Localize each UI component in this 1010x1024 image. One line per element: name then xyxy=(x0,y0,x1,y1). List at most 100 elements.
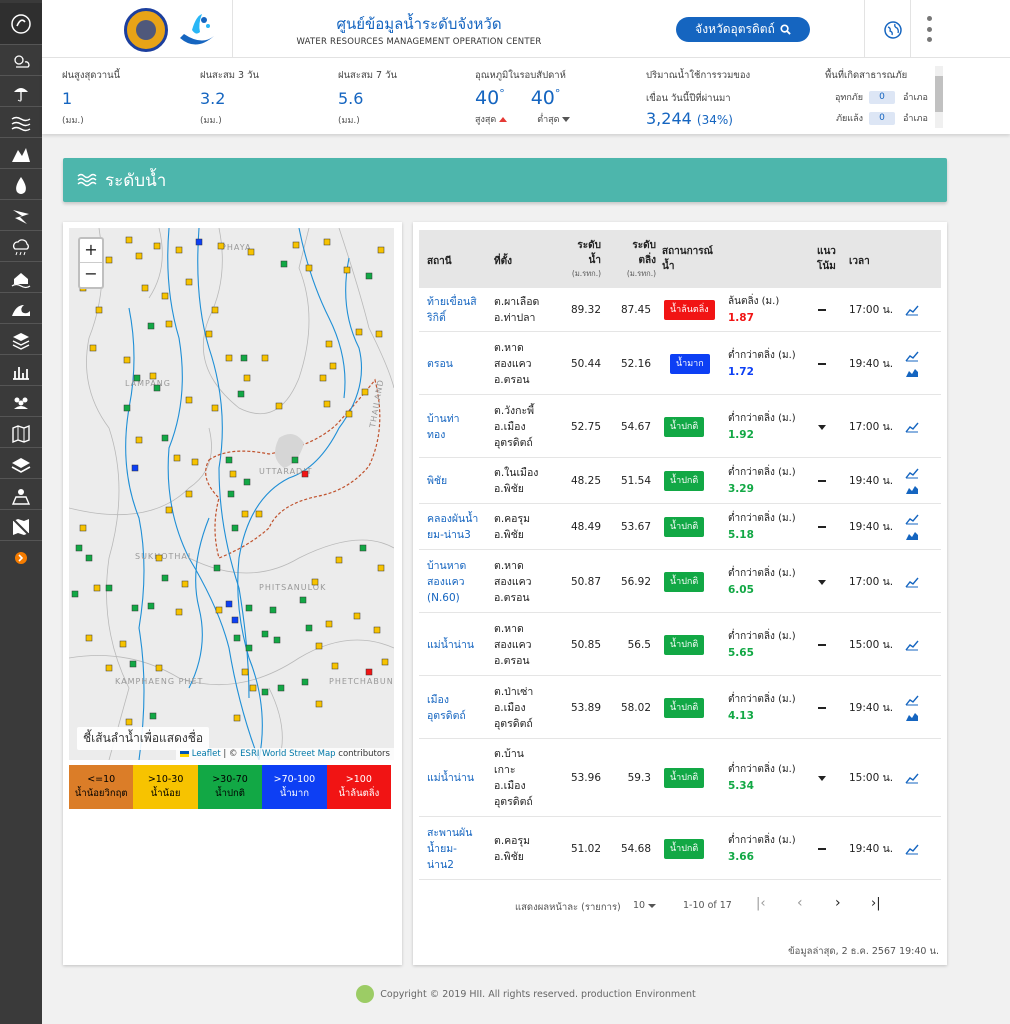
station-marker[interactable] xyxy=(277,684,285,692)
line-chart-icon[interactable] xyxy=(905,421,919,433)
station-marker[interactable] xyxy=(305,264,313,272)
sidebar-item-weather[interactable] xyxy=(0,48,42,76)
station-marker[interactable] xyxy=(161,292,169,300)
sidebar-item-layers-stack[interactable] xyxy=(0,327,42,355)
station-marker[interactable] xyxy=(119,640,127,648)
station-marker[interactable] xyxy=(123,404,131,412)
zoom-out-button[interactable]: − xyxy=(80,263,102,287)
station-marker[interactable] xyxy=(93,584,101,592)
sidebar-item-community[interactable] xyxy=(0,389,42,417)
station-marker[interactable] xyxy=(85,634,93,642)
table-row[interactable]: บ้านหาด สองแคว (N.60) ต.หาด สองแคว อ.ตรอน 50.8… xyxy=(419,550,941,613)
more-menu-icon[interactable] xyxy=(926,16,932,42)
station-marker[interactable] xyxy=(261,688,269,696)
station-marker[interactable] xyxy=(343,266,351,274)
sidebar-item-rain[interactable] xyxy=(0,79,42,107)
station-link[interactable]: บ้านท่า ทอง xyxy=(427,411,489,443)
station-marker[interactable] xyxy=(243,478,251,486)
station-marker[interactable] xyxy=(133,374,141,382)
station-marker[interactable] xyxy=(131,464,139,472)
station-marker[interactable] xyxy=(245,644,253,652)
station-marker[interactable] xyxy=(195,238,203,246)
line-chart-icon[interactable] xyxy=(905,843,919,855)
station-marker[interactable] xyxy=(291,456,299,464)
station-marker[interactable] xyxy=(213,564,221,572)
station-marker[interactable] xyxy=(125,718,133,726)
station-marker[interactable] xyxy=(185,278,193,286)
col-bank-level[interactable]: ระดับ ตลิ่ง (ม.รทก.) xyxy=(622,238,656,280)
station-marker[interactable] xyxy=(331,662,339,670)
station-marker[interactable] xyxy=(225,354,233,362)
first-page-button[interactable]: |‹ xyxy=(756,896,766,911)
station-marker[interactable] xyxy=(175,608,183,616)
last-page-button[interactable]: ›| xyxy=(871,896,881,911)
station-marker[interactable] xyxy=(149,372,157,380)
line-chart-icon[interactable] xyxy=(905,350,919,362)
map-view[interactable]: PHAYA LAMPANG UTTARADIT SUKHOTHAI PHITSA… xyxy=(69,228,394,760)
sidebar-item-app-logo[interactable] xyxy=(0,3,42,45)
sidebar-item-map-off[interactable] xyxy=(0,513,42,541)
station-marker[interactable] xyxy=(105,256,113,264)
station-marker[interactable] xyxy=(241,510,249,518)
station-marker[interactable] xyxy=(71,590,79,598)
col-trend[interactable]: แนว โน้ม xyxy=(817,244,843,274)
station-marker[interactable] xyxy=(325,620,333,628)
station-link[interactable]: แม่น้ำน่าน xyxy=(427,770,489,786)
station-marker[interactable] xyxy=(292,241,300,249)
sidebar-item-map-person[interactable] xyxy=(0,482,42,510)
station-marker[interactable] xyxy=(231,616,239,624)
station-marker[interactable] xyxy=(240,354,248,362)
sidebar-item-chart[interactable] xyxy=(0,358,42,386)
station-marker[interactable] xyxy=(323,400,331,408)
station-marker[interactable] xyxy=(149,712,157,720)
station-marker[interactable] xyxy=(353,612,361,620)
next-page-button[interactable]: › xyxy=(835,895,841,911)
station-marker[interactable] xyxy=(299,596,307,604)
scrollbar[interactable] xyxy=(935,66,943,128)
station-marker[interactable] xyxy=(147,322,155,330)
table-row[interactable]: ตรอน ต.หาด สองแคว อ.ตรอน 50.44 52.16 น้ำมาก ต่ำ… xyxy=(419,332,941,395)
table-row[interactable]: แม่น้ำน่าน ต.หาด สองแคว อ.ตรอน 50.85 56.5 น้ำป… xyxy=(419,613,941,676)
table-row[interactable]: พิชัย ต.ในเมือง อ.พิชัย 48.25 51.54 น้ำปกติ ต่… xyxy=(419,458,941,504)
station-marker[interactable] xyxy=(249,684,257,692)
sidebar-item-expand-arrow[interactable] xyxy=(0,544,42,572)
station-link[interactable]: บ้านหาด สองแคว (N.60) xyxy=(427,558,489,606)
table-row[interactable]: ท้ายเขื่อนสิ ริกิติ์ ต.ผาเลือด อ.ท่าปลา 89.3… xyxy=(419,288,941,332)
temp-low-label[interactable]: ต่ำสุด xyxy=(537,112,571,126)
sidebar-item-flood[interactable] xyxy=(0,265,42,293)
station-marker[interactable] xyxy=(365,272,373,280)
station-marker[interactable] xyxy=(373,626,381,634)
col-water-level[interactable]: ระดับ น้ำ (ม.รทก.) xyxy=(569,238,601,280)
station-marker[interactable] xyxy=(261,630,269,638)
table-row[interactable]: แม่น้ำน่าน ต.บ้าน เกาะ อ.เมือง อุตรดิตถ์ 53.9… xyxy=(419,739,941,817)
station-marker[interactable] xyxy=(227,490,235,498)
station-marker[interactable] xyxy=(323,238,331,246)
line-chart-icon[interactable] xyxy=(905,694,919,706)
line-chart-icon[interactable] xyxy=(905,513,919,525)
line-chart-icon[interactable] xyxy=(905,304,919,316)
table-row[interactable]: สะพานผัน น้ำยม- น่าน2 ต.คอรุม อ.พิชัย 51.02 54… xyxy=(419,817,941,880)
station-marker[interactable] xyxy=(241,668,249,676)
line-chart-icon[interactable] xyxy=(905,576,919,588)
leaflet-link[interactable]: Leaflet xyxy=(192,749,221,759)
station-marker[interactable] xyxy=(375,330,383,338)
station-marker[interactable] xyxy=(325,340,333,348)
sidebar-item-cloud-rain[interactable] xyxy=(0,234,42,262)
globe-icon[interactable] xyxy=(882,19,904,41)
sidebar-item-water-level[interactable] xyxy=(0,141,42,169)
station-marker[interactable] xyxy=(165,506,173,514)
station-marker[interactable] xyxy=(301,470,309,478)
station-marker[interactable] xyxy=(280,260,288,268)
station-link[interactable]: ท้ายเขื่อนสิ ริกิติ์ xyxy=(427,294,489,326)
station-marker[interactable] xyxy=(173,454,181,462)
station-marker[interactable] xyxy=(359,544,367,552)
station-marker[interactable] xyxy=(315,700,323,708)
station-marker[interactable] xyxy=(269,606,277,614)
temp-high-label[interactable]: สูงสุด xyxy=(475,112,508,126)
station-link[interactable]: ตรอน xyxy=(427,356,489,372)
station-marker[interactable] xyxy=(95,306,103,314)
station-marker[interactable] xyxy=(217,242,225,250)
station-marker[interactable] xyxy=(153,384,161,392)
map-canvas[interactable]: PHAYA LAMPANG UTTARADIT SUKHOTHAI PHITSA… xyxy=(69,228,394,760)
station-marker[interactable] xyxy=(131,604,139,612)
